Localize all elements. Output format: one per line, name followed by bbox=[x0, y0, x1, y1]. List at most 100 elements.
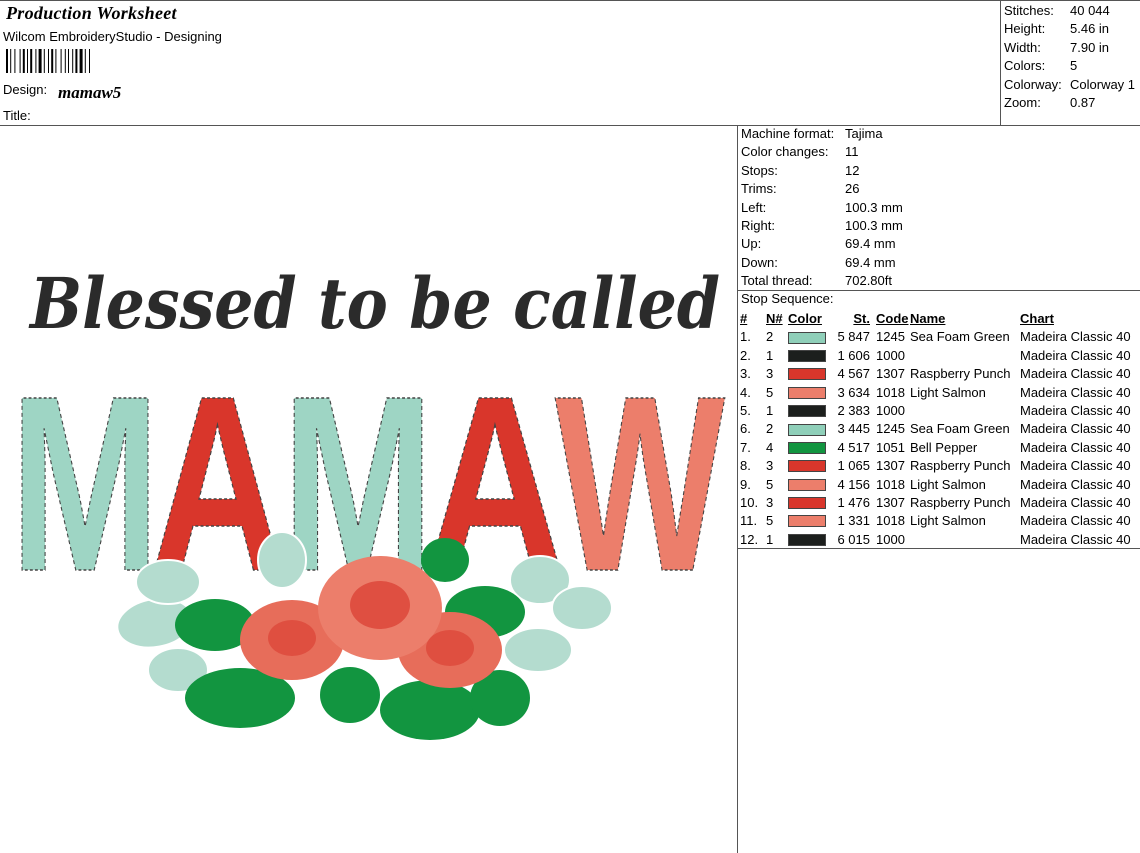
row-color bbox=[788, 476, 832, 494]
title-label: Title: bbox=[3, 108, 31, 123]
row-color bbox=[788, 531, 832, 549]
barcode-bar bbox=[64, 49, 66, 73]
barcode-bar bbox=[48, 49, 49, 73]
row-stitches: 3 445 bbox=[837, 421, 870, 437]
color-swatch bbox=[788, 423, 826, 436]
machine-info: Machine format: Tajima Color changes: 11 S… bbox=[741, 125, 903, 291]
stat-key: Colorway: bbox=[1004, 76, 1062, 92]
machine-key: Total thread: bbox=[741, 273, 813, 289]
table-row: 1. 2 5 847 1245 Sea Foam Green Madeira Classi… bbox=[740, 328, 1138, 346]
row-name: Bell Pepper bbox=[910, 439, 978, 455]
row-color bbox=[788, 347, 832, 365]
header-stitches: St. bbox=[853, 311, 870, 326]
barcode-bar bbox=[6, 49, 8, 73]
row-code: 1000 bbox=[876, 347, 905, 363]
row-name: Raspberry Punch bbox=[910, 494, 1011, 510]
row-num: 6. bbox=[740, 421, 751, 437]
top-border bbox=[0, 0, 1140, 1]
row-code: 1018 bbox=[876, 384, 905, 400]
machine-row: Right: 100.3 mm bbox=[741, 217, 903, 235]
barcode-bar bbox=[22, 49, 25, 73]
stat-value: 5 bbox=[1070, 58, 1078, 74]
barcode-bar bbox=[72, 49, 74, 73]
header-chart: Chart bbox=[1020, 311, 1054, 326]
barcode-bar bbox=[55, 49, 57, 73]
barcode-bar bbox=[79, 49, 83, 73]
row-color bbox=[788, 420, 832, 438]
barcode-bar bbox=[14, 49, 16, 73]
barcode-bar bbox=[38, 49, 42, 73]
stat-row-stitches: Stitches: 40 044 bbox=[1004, 2, 1135, 20]
barcode-bar bbox=[43, 49, 45, 73]
row-chart: Madeira Classic 40 bbox=[1020, 439, 1131, 455]
row-chart: Madeira Classic 40 bbox=[1020, 329, 1131, 345]
row-needle: 1 bbox=[766, 347, 774, 363]
row-name: Light Salmon bbox=[910, 476, 986, 492]
machine-key: Down: bbox=[741, 254, 778, 270]
barcode bbox=[6, 49, 90, 73]
machine-key: Machine format: bbox=[741, 126, 835, 141]
row-num: 7. bbox=[740, 439, 751, 455]
worksheet-title: Production Worksheet bbox=[6, 3, 177, 23]
summary-divider bbox=[1000, 0, 1001, 125]
row-code: 1018 bbox=[876, 476, 905, 492]
row-stitches: 1 606 bbox=[837, 347, 870, 363]
stat-value: 7.90 in bbox=[1070, 39, 1110, 55]
row-name: Sea Foam Green bbox=[910, 421, 1010, 437]
row-needle: 3 bbox=[766, 458, 774, 474]
stat-row-width: Width: 7.90 in bbox=[1004, 39, 1135, 57]
design-name: mamaw5 bbox=[58, 83, 122, 102]
row-name bbox=[910, 402, 1020, 420]
machine-row: Left: 100.3 mm bbox=[741, 199, 903, 217]
color-swatch bbox=[788, 497, 826, 510]
row-needle: 5 bbox=[766, 384, 774, 400]
machine-value: 11 bbox=[845, 144, 859, 160]
row-stitches: 4 156 bbox=[837, 476, 870, 492]
machine-value: 702.80ft bbox=[845, 273, 892, 289]
row-name: Sea Foam Green bbox=[910, 329, 1010, 345]
row-name: Light Salmon bbox=[910, 384, 986, 400]
row-num: 5. bbox=[740, 402, 751, 418]
row-code: 1245 bbox=[876, 421, 905, 437]
stat-value: 40 044 bbox=[1070, 3, 1110, 18]
row-num: 8. bbox=[740, 458, 751, 474]
barcode-bar bbox=[68, 49, 69, 73]
header-divider bbox=[0, 125, 1140, 126]
table-row: 6. 2 3 445 1245 Sea Foam Green Madeira Classi… bbox=[740, 420, 1138, 438]
row-name bbox=[910, 531, 1020, 549]
machine-value: 69.4 mm bbox=[845, 236, 896, 252]
row-chart: Madeira Classic 40 bbox=[1020, 476, 1131, 492]
row-num: 1. bbox=[740, 329, 751, 345]
row-needle: 5 bbox=[766, 513, 774, 529]
leaf bbox=[380, 680, 480, 740]
leaf bbox=[257, 531, 307, 589]
row-code: 1307 bbox=[876, 458, 905, 474]
barcode-bar bbox=[75, 49, 78, 73]
row-stitches: 2 383 bbox=[837, 402, 870, 418]
row-color bbox=[788, 457, 832, 475]
machine-value: 100.3 mm bbox=[845, 218, 903, 234]
row-num: 10. bbox=[740, 494, 759, 510]
header-color: Color bbox=[788, 311, 822, 326]
color-swatch bbox=[788, 533, 826, 546]
row-name bbox=[910, 347, 1020, 365]
machine-key: Up: bbox=[741, 236, 762, 252]
leaf bbox=[503, 627, 573, 673]
row-num: 11. bbox=[740, 513, 758, 529]
row-stitches: 4 517 bbox=[837, 439, 870, 455]
machine-row: Trims: 26 bbox=[741, 180, 903, 198]
machine-row: Total thread: 702.80ft bbox=[741, 272, 903, 290]
row-needle: 5 bbox=[766, 476, 774, 492]
stat-key: Stitches: bbox=[1004, 3, 1054, 18]
color-swatch bbox=[788, 386, 826, 399]
row-needle: 4 bbox=[766, 439, 774, 455]
machine-value: 69.4 mm bbox=[845, 254, 896, 270]
embroidery-artwork: Blessed to be called MAMAW bbox=[9, 261, 726, 740]
machine-value: Tajima bbox=[845, 126, 883, 141]
machine-row: Up: 69.4 mm bbox=[741, 235, 903, 253]
row-color bbox=[788, 328, 832, 346]
stop-sequence-table: # N# Color St. Code Name Chart 1. 2 5 847 1… bbox=[740, 310, 1138, 549]
row-code: 1245 bbox=[876, 329, 905, 345]
rose-center bbox=[426, 630, 474, 666]
panel-divider bbox=[737, 125, 738, 853]
